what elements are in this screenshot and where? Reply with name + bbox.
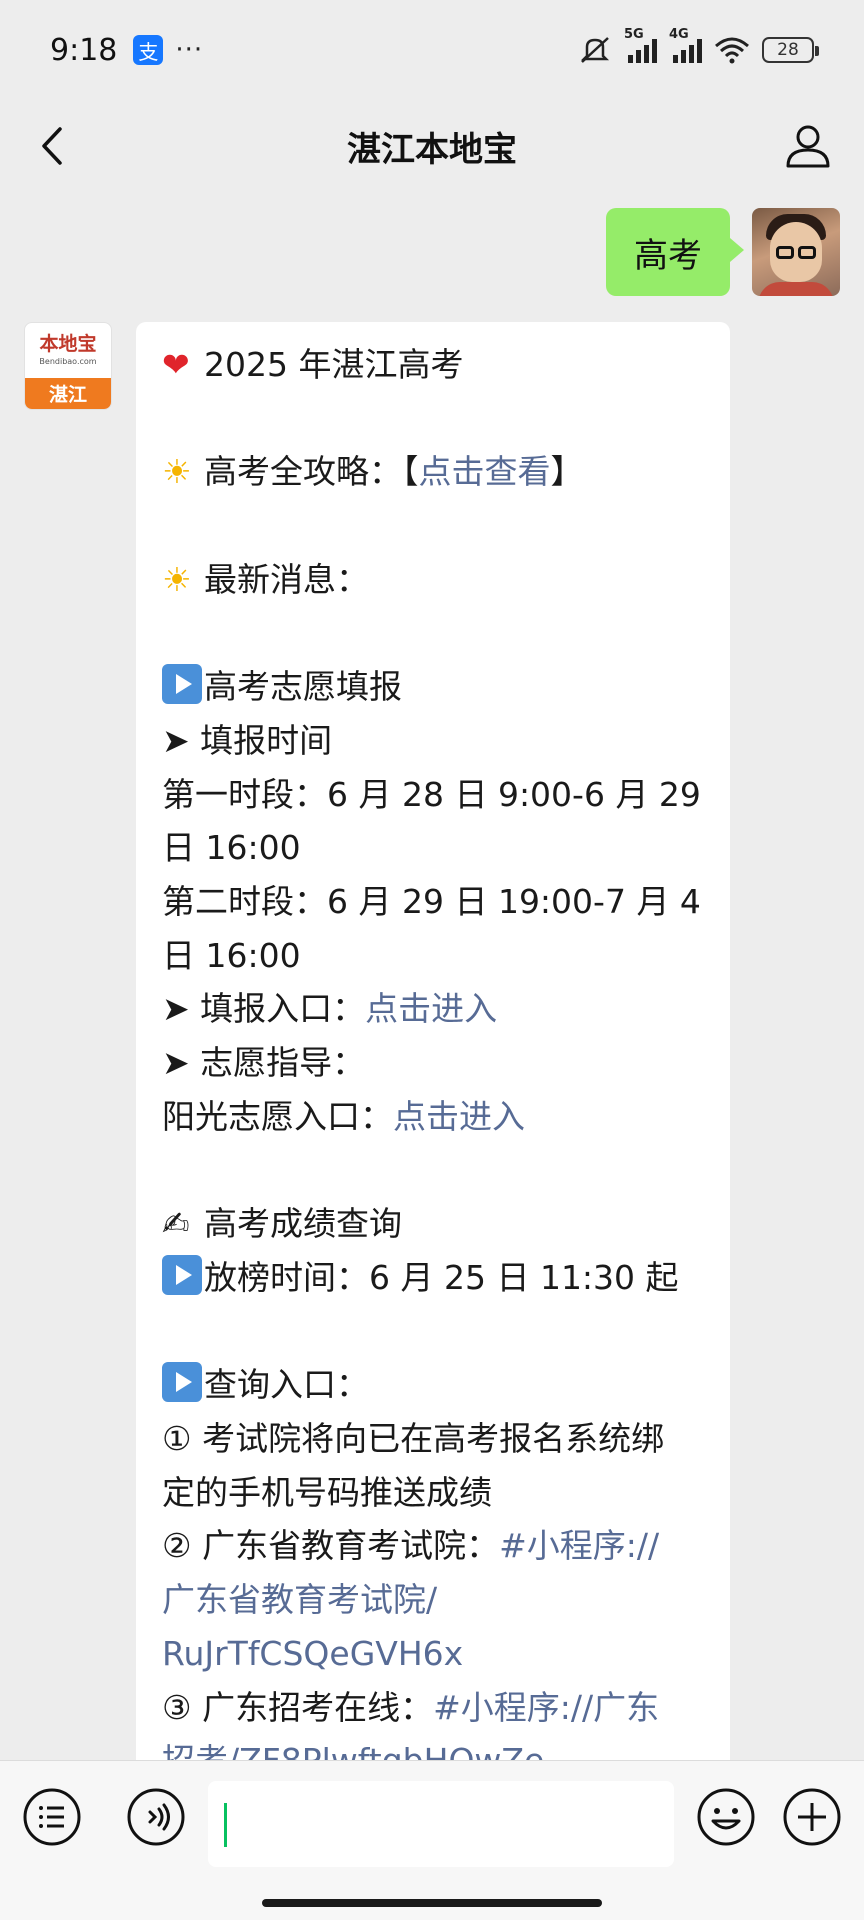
miniprogram-link-admission-online-code[interactable]: 招考/ZF8PlwftqbHOwZe [162, 1734, 704, 1760]
bot-avatar-domain: Bendibao.com [39, 356, 97, 366]
message-line: 放榜时间：6 月 25 日 11:30 起 [162, 1251, 704, 1305]
mute-icon [580, 37, 610, 63]
miniprogram-link-exam-institute[interactable]: #小程序:// [499, 1526, 659, 1565]
play-button-icon [162, 1362, 202, 1403]
heart-icon: ❤ [162, 345, 190, 384]
text-cursor [224, 1803, 227, 1847]
input-bar [0, 1760, 864, 1920]
menu-list-icon [23, 1788, 81, 1846]
miniprogram-link-admission-online[interactable]: #小程序://广东 [433, 1688, 659, 1727]
signal-5g-icon: 5G [624, 27, 657, 63]
bot-avatar-brand: 本地宝 [39, 332, 97, 355]
message-line: 定的手机号码推送成绩 [162, 1472, 492, 1512]
home-indicator[interactable] [262, 1899, 602, 1907]
status-bar: 9:18 支 ··· 5G 4G 28 [0, 0, 864, 100]
play-button-icon [162, 1254, 202, 1295]
miniprogram-link-exam-institute-code[interactable]: RuJrTfCSQeGVH6x [162, 1627, 704, 1681]
nav-bar: 湛江本地宝 [0, 100, 864, 192]
emoji-button[interactable] [694, 1785, 758, 1849]
my-message-text: 高考 [634, 235, 702, 276]
message-line: ❤ 2025 年湛江高考 [162, 338, 704, 392]
chat-title: 湛江本地宝 [347, 129, 517, 170]
status-time: 9:18 [50, 32, 118, 68]
more-button[interactable] [780, 1785, 844, 1849]
message-line: ☀ 最新消息： [162, 553, 704, 607]
sunshine-entry-link[interactable]: 点击进入 [393, 1097, 525, 1136]
menu-button[interactable] [20, 1785, 84, 1849]
miniprogram-link-exam-institute-cont[interactable]: 广东省教育考试院/ [162, 1573, 704, 1627]
person-icon [786, 125, 830, 168]
message-line: ➤ 填报时间 [162, 720, 333, 760]
alipay-notification-icon: 支 [133, 35, 164, 65]
chevron-left-icon [42, 127, 62, 165]
message-line: 日 16:00 [162, 935, 301, 975]
message-line: ③ 广东招考在线：#小程序://广东 [162, 1687, 660, 1727]
voice-icon [127, 1788, 185, 1846]
bot-message-bubble[interactable]: ❤ 2025 年湛江高考 ☀ 高考全攻略：【点击查看】 ☀ 最新消息： 高考志愿填报 … [136, 322, 730, 1760]
plus-icon [783, 1788, 841, 1846]
sun-icon: ☀ [162, 559, 192, 599]
bot-avatar[interactable]: 本地宝 Bendibao.com 湛江 [24, 322, 112, 410]
sun-icon: ☀ [162, 452, 192, 492]
status-indicators: 5G 4G 28 [578, 27, 819, 65]
emoji-icon [697, 1788, 755, 1846]
message-line: 第二时段：6 月 29 日 19:00-7 月 4 [162, 881, 701, 921]
message-line: ➤ 填报入口：点击进入 [162, 989, 498, 1029]
bot-avatar-city: 湛江 [25, 377, 111, 409]
back-button[interactable] [28, 120, 76, 172]
profile-button[interactable] [780, 118, 836, 174]
message-line: ✍ 高考成绩查询 [162, 1197, 704, 1251]
guide-link[interactable]: 点击查看 [419, 452, 551, 491]
my-avatar[interactable] [752, 208, 840, 296]
my-message-bubble[interactable]: 高考 [606, 208, 744, 296]
writing-hand-icon: ✍ [162, 1204, 190, 1244]
message-input[interactable] [208, 1781, 674, 1867]
voice-button[interactable] [124, 1785, 188, 1849]
bot-message-row: 本地宝 Bendibao.com 湛江 ❤ 2025 年湛江高考 ☀ 高考全攻略：【… [24, 322, 730, 1760]
more-notifications-icon: ··· [175, 35, 204, 65]
my-message-row: 高考 [606, 208, 840, 296]
message-line: 日 16:00 [162, 828, 301, 868]
apply-entry-link[interactable]: 点击进入 [365, 989, 497, 1028]
message-line: ② 广东省教育考试院：#小程序:// [162, 1526, 660, 1566]
battery-icon: 28 [762, 37, 819, 63]
message-line: 阳光志愿入口：点击进入 [162, 1096, 525, 1136]
signal-4g-icon: 4G [669, 27, 702, 63]
message-line: ➤ 志愿指导： [162, 1043, 366, 1083]
wifi-icon [715, 37, 749, 64]
play-button-icon [162, 664, 202, 705]
message-line: 查询入口： [162, 1358, 704, 1412]
chat-area[interactable]: 高考 本地宝 Bendibao.com 湛江 ❤ 2025 年湛江高考 ☀ 高考全攻… [0, 192, 864, 1760]
message-line: 高考志愿填报 [162, 660, 704, 714]
message-line: ① 考试院将向已在高考报名系统绑 [162, 1418, 665, 1458]
message-line: 第一时段：6 月 28 日 9:00-6 月 29 [162, 774, 701, 814]
message-line: ☀ 高考全攻略：【点击查看】 [162, 445, 704, 499]
